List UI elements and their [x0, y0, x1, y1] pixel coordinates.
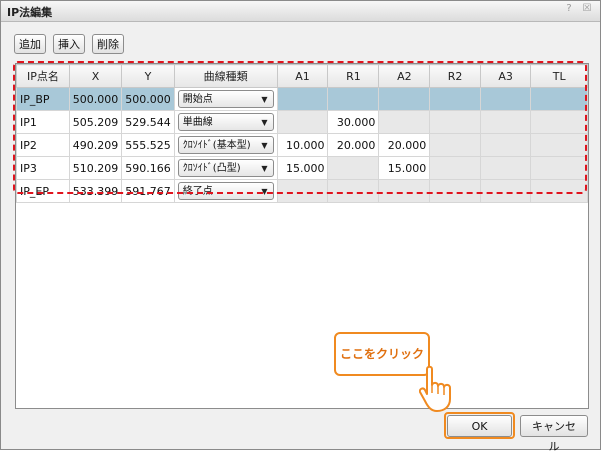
a3-cell[interactable]	[479, 133, 532, 157]
table-row[interactable]: IP2 490.209 555.525 ｸﾛｿｲﾄﾞ(基本型) ▼ 10.000 …	[16, 133, 588, 157]
tl-cell[interactable]	[530, 179, 588, 203]
curve-type-cell: ｸﾛｿｲﾄﾞ(凸型) ▼	[173, 156, 278, 180]
r1-cell[interactable]	[327, 87, 380, 111]
a2-cell[interactable]: 20.000	[378, 133, 431, 157]
ip-name-cell[interactable]: IP1	[16, 110, 70, 134]
dropdown-arrow-icon: ▼	[261, 187, 268, 196]
col-header-a1[interactable]: A1	[276, 64, 329, 88]
curve-type-cell: 終了点 ▼	[173, 179, 278, 203]
y-cell[interactable]: 529.544	[121, 110, 175, 134]
dropdown-arrow-icon: ▼	[261, 118, 268, 127]
y-cell[interactable]: 590.166	[121, 156, 175, 180]
a2-cell[interactable]	[378, 87, 431, 111]
a3-cell[interactable]	[479, 87, 532, 111]
y-cell[interactable]: 500.000	[121, 87, 175, 111]
close-icon[interactable]: ☒	[580, 3, 594, 14]
dropdown-arrow-icon: ▼	[261, 141, 268, 150]
curve-type-select[interactable]: 開始点 ▼	[177, 90, 274, 108]
a3-cell[interactable]	[479, 179, 532, 203]
ip-table-panel: IP点名 X Y 曲線種類 A1 R1 A2 R2 A3 TL IP_BP 50…	[15, 63, 589, 409]
x-cell[interactable]: 510.209	[68, 156, 123, 180]
tl-cell[interactable]	[530, 156, 588, 180]
tl-cell[interactable]	[530, 87, 588, 111]
curve-type-select[interactable]: 終了点 ▼	[177, 182, 274, 200]
r1-cell[interactable]: 30.000	[327, 110, 380, 134]
col-header-curve-type[interactable]: 曲線種類	[173, 64, 278, 88]
ip-name-cell[interactable]: IP2	[16, 133, 70, 157]
table-header-row: IP点名 X Y 曲線種類 A1 R1 A2 R2 A3 TL	[16, 64, 588, 88]
a1-cell[interactable]	[276, 110, 329, 134]
a3-cell[interactable]	[479, 156, 532, 180]
table-row[interactable]: IP_BP 500.000 500.000 開始点 ▼	[16, 87, 588, 111]
r1-cell[interactable]: 20.000	[327, 133, 380, 157]
a2-cell[interactable]	[378, 110, 431, 134]
col-header-r1[interactable]: R1	[327, 64, 380, 88]
x-cell[interactable]: 533.399	[68, 179, 123, 203]
a1-cell[interactable]	[276, 87, 329, 111]
ip-table: IP点名 X Y 曲線種類 A1 R1 A2 R2 A3 TL IP_BP 50…	[16, 64, 588, 203]
a2-cell[interactable]	[378, 179, 431, 203]
a1-cell[interactable]	[276, 179, 329, 203]
ip-name-cell[interactable]: IP_BP	[16, 87, 70, 111]
a1-cell[interactable]: 15.000	[276, 156, 329, 180]
curve-type-cell: 開始点 ▼	[173, 87, 278, 111]
curve-type-cell: 単曲線 ▼	[173, 110, 278, 134]
table-row[interactable]: IP_EP 533.399 591.767 終了点 ▼	[16, 179, 588, 203]
table-row[interactable]: IP3 510.209 590.166 ｸﾛｿｲﾄﾞ(凸型) ▼ 15.000 1…	[16, 156, 588, 180]
r2-cell[interactable]	[429, 133, 481, 157]
curve-type-cell: ｸﾛｿｲﾄﾞ(基本型) ▼	[173, 133, 278, 157]
curve-type-value: 単曲線	[182, 117, 213, 128]
title-bar: IP法編集 ? ☒	[1, 1, 600, 22]
r1-cell[interactable]	[327, 156, 380, 180]
r2-cell[interactable]	[429, 87, 481, 111]
y-cell[interactable]: 555.525	[121, 133, 175, 157]
curve-type-select[interactable]: 単曲線 ▼	[177, 113, 274, 131]
curve-type-select[interactable]: ｸﾛｿｲﾄﾞ(凸型) ▼	[177, 159, 274, 177]
x-cell[interactable]: 500.000	[68, 87, 123, 111]
a3-cell[interactable]	[479, 110, 532, 134]
add-button[interactable]: 追加	[14, 34, 46, 54]
a2-cell[interactable]: 15.000	[378, 156, 431, 180]
col-header-a2[interactable]: A2	[378, 64, 431, 88]
col-header-ip-name[interactable]: IP点名	[16, 64, 70, 88]
col-header-y[interactable]: Y	[121, 64, 175, 88]
ok-button[interactable]: OK	[447, 415, 512, 437]
ip-edit-dialog: IP法編集 ? ☒ 追加 挿入 削除 IP点名 X Y 曲線種類 A1 R1 A…	[0, 0, 601, 453]
curve-type-value: 開始点	[182, 94, 213, 105]
window-title: IP法編集	[7, 6, 53, 19]
pointing-hand-icon	[419, 365, 451, 412]
x-cell[interactable]: 505.209	[68, 110, 123, 134]
ip-name-cell[interactable]: IP3	[16, 156, 70, 180]
col-header-a3[interactable]: A3	[479, 64, 532, 88]
table-row[interactable]: IP1 505.209 529.544 単曲線 ▼ 30.000	[16, 110, 588, 134]
ip-name-cell[interactable]: IP_EP	[16, 179, 70, 203]
curve-type-value: ｸﾛｿｲﾄﾞ(凸型)	[182, 163, 241, 174]
cancel-button[interactable]: キャンセル	[520, 415, 588, 453]
delete-button[interactable]: 削除	[92, 34, 124, 54]
col-header-tl[interactable]: TL	[530, 64, 588, 88]
x-cell[interactable]: 490.209	[68, 133, 123, 157]
tl-cell[interactable]	[530, 133, 588, 157]
insert-button[interactable]: 挿入	[53, 34, 85, 54]
curve-type-select[interactable]: ｸﾛｿｲﾄﾞ(基本型) ▼	[177, 136, 274, 154]
y-cell[interactable]: 591.767	[121, 179, 175, 203]
r2-cell[interactable]	[429, 156, 481, 180]
r2-cell[interactable]	[429, 179, 481, 203]
curve-type-value: ｸﾛｿｲﾄﾞ(基本型)	[182, 140, 251, 151]
col-header-r2[interactable]: R2	[429, 64, 481, 88]
click-here-callout: ここをクリック	[334, 332, 430, 376]
tl-cell[interactable]	[530, 110, 588, 134]
a1-cell[interactable]: 10.000	[276, 133, 329, 157]
help-icon[interactable]: ?	[562, 3, 576, 14]
dropdown-arrow-icon: ▼	[261, 164, 268, 173]
dropdown-arrow-icon: ▼	[261, 95, 268, 104]
col-header-x[interactable]: X	[68, 64, 123, 88]
r1-cell[interactable]	[327, 179, 380, 203]
curve-type-value: 終了点	[182, 186, 213, 197]
r2-cell[interactable]	[429, 110, 481, 134]
